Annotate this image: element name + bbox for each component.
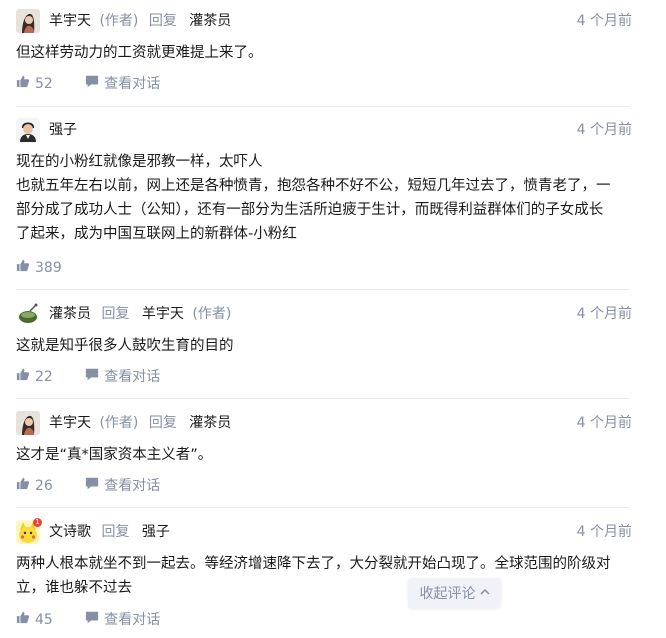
like-count: 26 <box>35 478 53 494</box>
view-conversation-label: 查看对话 <box>104 612 161 628</box>
view-conversation-button[interactable]: 查看对话 <box>85 610 160 630</box>
comment-line: 现在的小粉红就像是邪教一样，太吓人 <box>16 154 263 170</box>
like-count: 52 <box>35 76 53 92</box>
conversation-icon <box>85 74 99 94</box>
comment-author[interactable]: 羊宇天 <box>49 13 91 29</box>
thumbs-up-icon <box>16 610 30 630</box>
comment-author[interactable]: 羊宇天 <box>49 415 91 431</box>
like-button[interactable]: 52 <box>16 74 53 94</box>
like-button[interactable]: 389 <box>16 258 62 278</box>
view-conversation-label: 查看对话 <box>104 76 161 92</box>
comment-line: 也就五年左右以前，网上还是各种愤青，抱怨各种不好不公，短短几年过去了，愤青老了，… <box>16 178 611 194</box>
comment-divider <box>16 398 630 399</box>
thumbs-up-icon <box>16 74 30 94</box>
notification-badge: 1 <box>33 518 42 527</box>
comment-author[interactable]: 强子 <box>49 122 77 138</box>
comment-content: 这就是知乎很多人鼓吹生育的目的 <box>16 338 234 354</box>
comment-time: 4 个月前 <box>576 122 632 138</box>
thumbs-up-icon <box>16 476 30 496</box>
avatar[interactable] <box>16 411 40 435</box>
reply-label: 回复 <box>148 13 177 29</box>
like-button[interactable]: 26 <box>16 476 53 496</box>
conversation-icon <box>85 610 99 630</box>
comment-author[interactable]: 文诗歌 <box>49 524 91 540</box>
author-tag: (作者) <box>99 415 139 431</box>
comment-content: 现在的小粉红就像是邪教一样，太吓人 也就五年左右以前，网上还是各种愤青，抱怨各种… <box>16 150 636 246</box>
avatar[interactable] <box>16 302 40 326</box>
conversation-icon <box>85 367 99 387</box>
like-count: 45 <box>35 612 53 628</box>
view-conversation-button[interactable]: 查看对话 <box>85 367 160 387</box>
thumbs-up-icon <box>16 367 30 387</box>
comment-content: 但这样劳动力的工资就更难提上来了。 <box>16 45 263 61</box>
view-conversation-button[interactable]: 查看对话 <box>85 476 160 496</box>
comment-line: 立，谁也躲不过去 <box>16 580 132 596</box>
avatar[interactable]: 1 <box>16 518 42 544</box>
comment-time: 4 个月前 <box>576 13 632 29</box>
reply-to-user[interactable]: 强子 <box>142 524 170 540</box>
like-button[interactable]: 22 <box>16 367 53 387</box>
author-tag: (作者) <box>99 13 139 29</box>
comment-content: 两种人根本就坐不到一起去。等经济增速降下去了，大分裂就开始凸现了。全球范围的阶级… <box>16 552 636 600</box>
view-conversation-label: 查看对话 <box>104 478 161 494</box>
like-count: 389 <box>35 260 62 276</box>
comment-divider <box>16 106 630 107</box>
like-count: 22 <box>35 369 53 385</box>
thumbs-up-icon <box>16 258 30 278</box>
chevron-up-icon <box>479 585 490 601</box>
comment-content: 这才是“真*国家资本主义者”。 <box>16 447 213 463</box>
view-conversation-label: 查看对话 <box>104 369 161 385</box>
comment-line: 两种人根本就坐不到一起去。等经济增速降下去了，大分裂就开始凸现了。全球范围的阶级… <box>16 556 611 572</box>
avatar[interactable] <box>16 9 40 33</box>
comment-time: 4 个月前 <box>576 415 632 431</box>
reply-to-user[interactable]: 羊宇天 <box>142 306 184 322</box>
comment-author[interactable]: 灌茶员 <box>49 306 91 322</box>
author-tag: (作者) <box>192 306 232 322</box>
comment-line: 了起来，成为中国互联网上的新群体-小粉红 <box>16 226 297 242</box>
view-conversation-button[interactable]: 查看对话 <box>85 74 160 94</box>
reply-label: 回复 <box>148 415 177 431</box>
like-button[interactable]: 45 <box>16 610 53 630</box>
reply-to-user[interactable]: 灌茶员 <box>189 13 231 29</box>
comment-divider <box>16 507 630 508</box>
comment-time: 4 个月前 <box>576 306 632 322</box>
comment-line: 部分成了成功人士（公知），还有一部分为生活所迫疲于生计，而既得利益群体们的子女成… <box>16 202 604 218</box>
collapse-comments-button[interactable]: 收起评论 <box>408 578 501 608</box>
reply-label: 回复 <box>101 306 130 322</box>
collapse-comments-label: 收起评论 <box>419 586 476 602</box>
avatar[interactable] <box>16 118 40 142</box>
comment-time: 4 个月前 <box>576 524 632 540</box>
conversation-icon <box>85 476 99 496</box>
comment-divider <box>16 289 630 290</box>
reply-label: 回复 <box>101 524 130 540</box>
reply-to-user[interactable]: 灌茶员 <box>189 415 231 431</box>
